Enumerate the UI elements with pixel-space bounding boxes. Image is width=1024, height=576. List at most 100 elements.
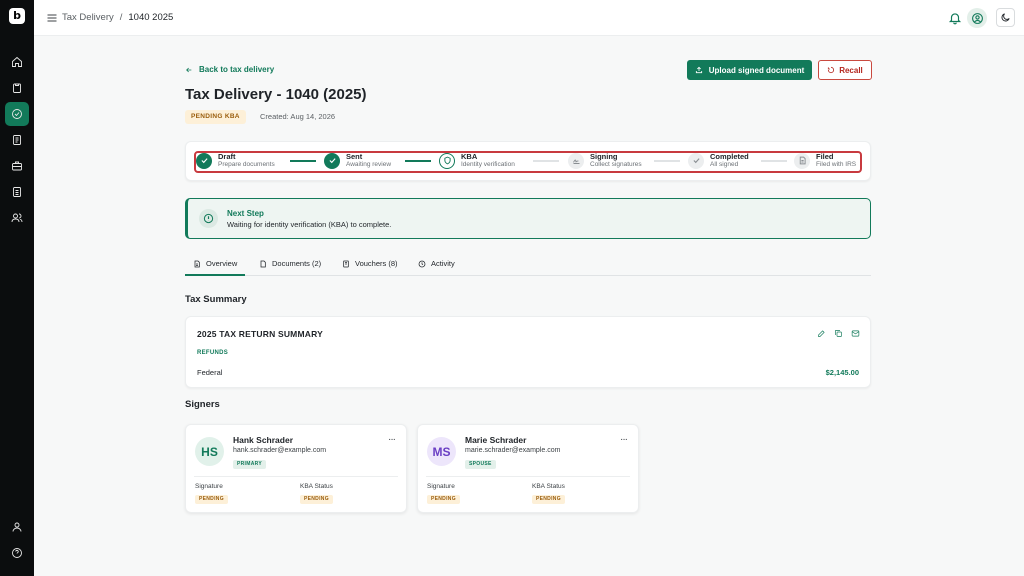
back-link-label: Back to tax delivery (199, 65, 275, 74)
signature-label: Signature (195, 483, 223, 490)
report-icon (13, 187, 21, 197)
copy-icon[interactable] (834, 329, 843, 338)
step-signing: Signing Collect signatures (568, 152, 642, 169)
avatar: MS (427, 437, 456, 466)
step-name: Draft (218, 152, 236, 161)
step-draft: Draft Prepare documents (196, 152, 275, 169)
check-circle-icon (12, 109, 22, 119)
alert-circle-icon (203, 213, 214, 224)
sidebar-item-tax-delivery[interactable] (5, 102, 29, 126)
signer-card: MS Marie Schrader marie.schrader@example… (417, 424, 639, 513)
signer-name: Hank Schrader (233, 435, 293, 445)
tab-label: Vouchers (8) (355, 259, 398, 268)
back-link[interactable]: Back to tax delivery (185, 65, 274, 74)
briefcase-icon (12, 161, 22, 171)
user-icon (12, 522, 22, 532)
step-description: Collect signatures (590, 161, 642, 168)
tab-label: Documents (2) (272, 259, 322, 268)
document-icon (799, 156, 806, 165)
step-name: Filed (816, 152, 834, 161)
signature-status-badge: PENDING (195, 495, 228, 504)
document-icon (13, 135, 21, 145)
step-name: Sent (346, 152, 363, 161)
bell-icon[interactable] (948, 11, 962, 25)
upload-button-label: Upload signed document (708, 65, 805, 75)
page-title: Tax Delivery - 1040 (2025) (185, 86, 367, 103)
sidebar-item-home[interactable] (5, 50, 29, 74)
step-filed: Filed Filed with IRS (794, 152, 856, 169)
tab-bar: Overview Documents (2) Vouchers (8) Acti… (185, 255, 871, 276)
step-status-icon (794, 152, 810, 169)
step-status-icon (688, 152, 704, 169)
home-icon (12, 56, 22, 67)
kba-status-label: KBA Status (300, 483, 333, 490)
sidebar-item-clipboard[interactable] (5, 76, 29, 100)
menu-icon[interactable] (46, 12, 58, 24)
sidebar-item-briefcase[interactable] (5, 154, 29, 178)
breadcrumb-separator: / (119, 12, 123, 23)
step-completed: Completed All signed (688, 152, 749, 169)
next-step-banner: Next Step Waiting for identity verificat… (185, 198, 871, 239)
breadcrumb-parent[interactable]: Tax Delivery (62, 12, 114, 23)
step-description: Awaiting review (346, 161, 392, 168)
role-badge: PRIMARY (233, 460, 266, 469)
step-connector (290, 160, 316, 162)
arrow-left-icon (186, 67, 192, 72)
signature-icon (572, 159, 579, 164)
check-icon (692, 158, 700, 164)
step-connector (761, 160, 787, 162)
check-icon (200, 158, 208, 164)
sidebar-item-documents[interactable] (5, 128, 29, 152)
step-connector (533, 160, 559, 162)
info-icon (199, 209, 218, 228)
upload-signed-document-button[interactable]: Upload signed document (687, 60, 812, 80)
step-description: Prepare documents (218, 161, 275, 168)
avatar: HS (195, 437, 224, 466)
step-kba: KBA Identity verification (439, 152, 515, 169)
theme-toggle-button[interactable] (996, 8, 1015, 27)
kba-status-badge: PENDING (532, 495, 565, 504)
more-options-icon[interactable]: ··· (388, 434, 396, 445)
divider (426, 476, 630, 477)
step-connector (654, 160, 680, 162)
summary-card-title: 2025 TAX RETURN SUMMARY (197, 329, 323, 339)
document-icon (194, 260, 200, 268)
edit-icon[interactable] (817, 329, 826, 338)
sidebar-item-users[interactable] (5, 206, 29, 230)
signer-card: HS Hank Schrader hank.schrader@example.c… (185, 424, 407, 513)
more-options-icon[interactable]: ··· (620, 434, 628, 445)
users-icon (11, 213, 23, 223)
sidebar-item-profile[interactable] (5, 515, 29, 539)
signer-name: Marie Schrader (465, 435, 527, 445)
step-description: Identity verification (461, 161, 515, 168)
next-step-title: Next Step (227, 209, 264, 218)
divider (194, 476, 398, 477)
tax-summary-heading: Tax Summary (185, 294, 247, 305)
breadcrumb-current: 1040 2025 (128, 12, 174, 23)
federal-label: Federal (197, 368, 223, 377)
tab-label: Activity (431, 259, 455, 268)
next-step-text: Waiting for identity verification (KBA) … (227, 220, 392, 229)
help-icon (12, 548, 22, 558)
clipboard-icon (13, 83, 21, 93)
tab-overview[interactable]: Overview (185, 259, 246, 276)
tab-vouchers[interactable]: Vouchers (8) (342, 259, 398, 276)
voucher-icon (343, 260, 349, 268)
sidebar-item-reports[interactable] (5, 180, 29, 204)
upload-icon (695, 66, 702, 74)
user-menu-button[interactable] (967, 8, 987, 28)
sidebar-item-help[interactable] (5, 541, 29, 565)
app-logo[interactable]: b (9, 8, 25, 24)
top-bar: Tax Delivery / 1040 2025 (34, 0, 1024, 36)
tab-documents[interactable]: Documents (2) (259, 259, 321, 276)
recall-icon (828, 66, 835, 74)
stepper-highlight (194, 151, 862, 173)
signer-email: marie.schrader@example.com (465, 447, 561, 454)
mail-icon[interactable] (851, 329, 860, 338)
signer-email: hank.schrader@example.com (233, 447, 327, 454)
recall-button[interactable]: Recall (818, 60, 872, 80)
sidebar: b (0, 0, 34, 576)
tab-activity[interactable]: Activity (418, 259, 455, 276)
step-name: Signing (590, 152, 618, 161)
tax-summary-card: 2025 TAX RETURN SUMMARY REFUNDS Federal … (185, 316, 871, 388)
